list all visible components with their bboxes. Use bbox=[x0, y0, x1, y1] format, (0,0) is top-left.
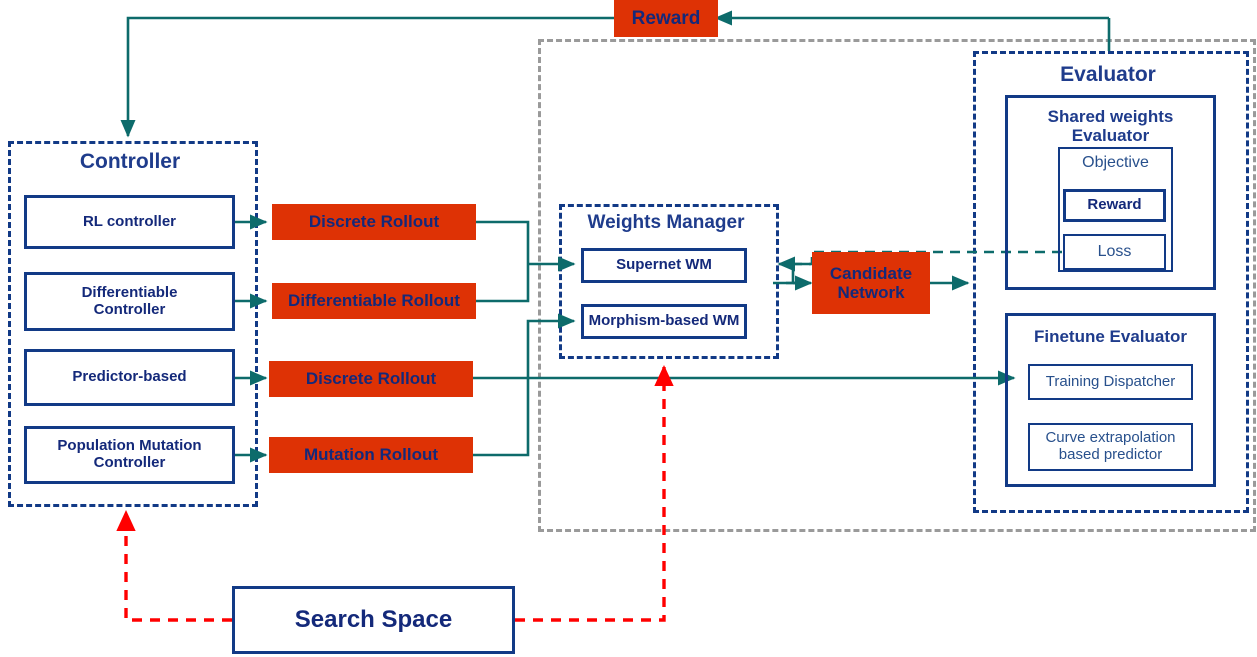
candidate-network-label-line1: Candidate bbox=[829, 263, 913, 283]
candidate-network-label-line2: Network bbox=[837, 283, 905, 302]
search-space-box[interactable]: Search Space bbox=[232, 586, 515, 654]
discrete-rollout-label-2: Discrete Rollout bbox=[305, 369, 437, 389]
differentiable-controller-box[interactable]: Differentiable Controller bbox=[24, 272, 235, 331]
supernet-wm-box[interactable]: Supernet WM bbox=[581, 248, 747, 283]
shared-weights-evaluator-title: Shared weights Evaluator bbox=[1005, 107, 1216, 145]
search-space-label: Search Space bbox=[294, 605, 453, 633]
differentiable-controller-label-line2: Controller bbox=[93, 300, 166, 318]
mutation-rollout-box[interactable]: Mutation Rollout bbox=[269, 437, 473, 473]
supernet-wm-label: Supernet WM bbox=[616, 256, 712, 274]
objective-loss-box[interactable]: Loss bbox=[1063, 234, 1166, 270]
shared-weights-evaluator-title-line1: Shared weights bbox=[1047, 107, 1174, 126]
morphism-based-wm-label: Morphism-based WM bbox=[588, 312, 740, 330]
population-mutation-controller-label-line2: Controller bbox=[93, 454, 166, 471]
rl-controller-label: RL controller bbox=[82, 212, 177, 230]
curve-extrapolation-predictor-label-line1: Curve extrapolation bbox=[1045, 429, 1176, 447]
objective-reward-label: Reward bbox=[1087, 196, 1142, 214]
differentiable-rollout-box[interactable]: Differentiable Rollout bbox=[272, 283, 476, 319]
objective-label: Objective bbox=[1082, 154, 1149, 171]
predictor-based-label: Predictor-based bbox=[72, 368, 187, 386]
weights-manager-group-title: Weights Manager bbox=[587, 212, 745, 233]
morphism-based-wm-box[interactable]: Morphism-based WM bbox=[581, 304, 747, 339]
controller-group-title: Controller bbox=[79, 150, 181, 173]
discrete-rollout-box-1[interactable]: Discrete Rollout bbox=[272, 204, 476, 240]
discrete-rollout-label-1: Discrete Rollout bbox=[308, 212, 440, 232]
rl-controller-box[interactable]: RL controller bbox=[24, 195, 235, 249]
curve-extrapolation-predictor-box[interactable]: Curve extrapolation based predictor bbox=[1028, 423, 1193, 471]
training-dispatcher-label: Training Dispatcher bbox=[1045, 372, 1176, 390]
reward-box[interactable]: Reward bbox=[614, 0, 718, 37]
population-mutation-controller-label-line1: Population Mutation bbox=[57, 437, 202, 455]
mutation-rollout-label: Mutation Rollout bbox=[303, 445, 439, 465]
evaluator-group-title: Evaluator bbox=[1060, 63, 1156, 86]
training-dispatcher-box[interactable]: Training Dispatcher bbox=[1028, 364, 1193, 400]
population-mutation-controller-box[interactable]: Population Mutation Controller bbox=[24, 426, 235, 484]
differentiable-controller-label-line1: Differentiable bbox=[81, 283, 178, 301]
curve-extrapolation-predictor-label-line2: based predictor bbox=[1058, 446, 1163, 463]
diagram-canvas: Controller Weights Manager Evaluator Rew… bbox=[0, 0, 1257, 657]
objective-loss-label: Loss bbox=[1097, 243, 1132, 261]
differentiable-rollout-label: Differentiable Rollout bbox=[288, 291, 460, 311]
finetune-evaluator-title: Finetune Evaluator bbox=[1033, 327, 1188, 346]
discrete-rollout-box-2[interactable]: Discrete Rollout bbox=[269, 361, 473, 397]
objective-reward-box[interactable]: Reward bbox=[1063, 189, 1166, 222]
reward-label: Reward bbox=[631, 7, 701, 29]
candidate-network-box[interactable]: Candidate Network bbox=[812, 252, 930, 314]
predictor-based-box[interactable]: Predictor-based bbox=[24, 349, 235, 406]
shared-weights-evaluator-title-line2: Evaluator bbox=[1071, 125, 1150, 145]
